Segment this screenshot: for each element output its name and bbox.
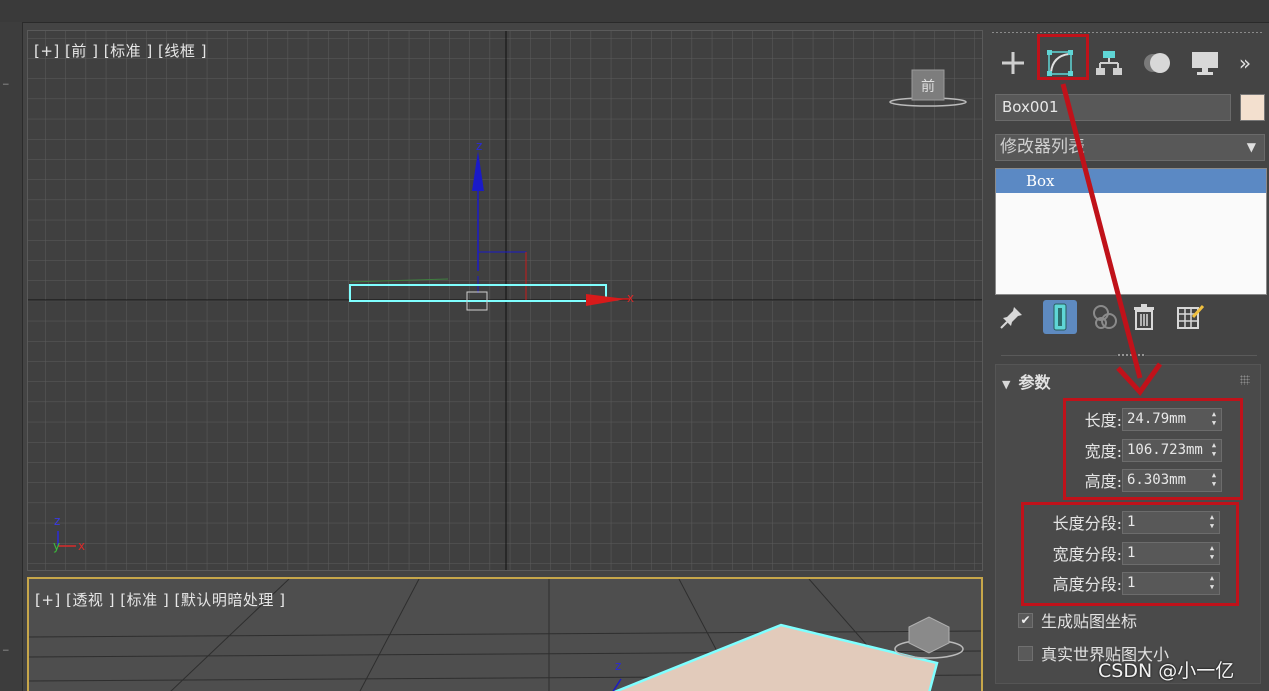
annotation-box-segments [1021, 502, 1239, 606]
annotation-box-modify-tab [1037, 34, 1089, 80]
rollout-grip[interactable] [1240, 375, 1250, 385]
left-strip-glyph: − [2, 646, 10, 656]
pin-icon [1000, 307, 1022, 329]
make-unique-button[interactable] [1089, 300, 1123, 334]
show-end-result-button[interactable] [1043, 300, 1077, 334]
parameters-rollout-title: 参数 [1018, 373, 1051, 392]
watermark: CSDN @小一亿 [1098, 660, 1235, 682]
gen-mapping-coords-checkbox[interactable]: ✔ [1018, 612, 1033, 628]
persp-gizmo-z-label: z [615, 659, 621, 673]
viewcube-label: 前 [921, 78, 935, 95]
tab-display[interactable] [1185, 40, 1225, 86]
tab-create[interactable] [993, 40, 1033, 86]
tab-hierarchy[interactable] [1089, 40, 1129, 86]
front-viewport-canvas[interactable]: z x 前 z y x [28, 31, 983, 571]
make-unique-icon [1093, 305, 1117, 329]
chevron-down-icon: ▼ [1246, 140, 1256, 154]
remove-modifier-button[interactable] [1127, 300, 1161, 334]
gizmo-z-label: z [476, 139, 482, 153]
gen-mapping-coords-row[interactable]: ✔ 生成贴图坐标 [1018, 608, 1137, 632]
modifier-list-label: 修改器列表 [1000, 137, 1085, 157]
collapse-triangle-icon: ▼ [1002, 378, 1011, 391]
gen-mapping-coords-label: 生成贴图坐标 [1041, 612, 1138, 631]
modifier-stack[interactable]: Box [995, 168, 1267, 295]
tripod-z-label: z [54, 514, 60, 528]
configure-sets-icon [1177, 304, 1205, 329]
left-strip-glyph: − [2, 80, 10, 90]
separator-grip[interactable] [1117, 353, 1145, 358]
panel-drag-handle[interactable] [991, 31, 1263, 34]
end-result-icon [1053, 303, 1067, 331]
top-toolbar [0, 0, 1269, 23]
tab-more[interactable]: » [1231, 40, 1259, 86]
gizmo-x-label: x [627, 291, 634, 305]
plus-icon [1002, 52, 1024, 74]
modifier-stack-item-box[interactable]: Box [996, 169, 1266, 193]
annotation-box-dimensions [1063, 398, 1243, 500]
tab-motion[interactable] [1137, 40, 1177, 86]
display-monitor-icon [1192, 52, 1218, 75]
pin-stack-button[interactable] [995, 300, 1029, 334]
perspective-viewport-label[interactable]: [+] [透视 ] [标准 ] [默认明暗处理 ] [35, 589, 286, 610]
real-world-map-size-checkbox[interactable] [1018, 645, 1033, 661]
left-strip: − − [0, 22, 23, 691]
front-viewport[interactable]: z x 前 z y x [+] [前 ] [标准 ] [线框 ] [27, 30, 983, 571]
configure-modifier-sets-button[interactable] [1173, 300, 1207, 334]
modifier-list-dropdown[interactable]: 修改器列表 ▼ [995, 134, 1265, 161]
double-chevron-icon: » [1238, 51, 1252, 75]
hierarchy-icon [1096, 51, 1122, 75]
object-name-input[interactable]: Box001 [995, 94, 1231, 121]
tripod-x-label: x [78, 539, 85, 553]
tripod-y-label: y [53, 539, 60, 553]
perspective-viewport[interactable]: z [+] [透视 ] [标准 ] [默认明暗处理 ] [27, 577, 983, 691]
trash-icon [1134, 304, 1154, 330]
panel-separator [1001, 353, 1257, 358]
motion-icon [1144, 53, 1170, 73]
modifier-stack-toolbar [995, 300, 1267, 336]
front-viewport-label[interactable]: [+] [前 ] [标准 ] [线框 ] [34, 40, 207, 61]
parameters-rollout-header[interactable]: ▼ 参数 [1002, 369, 1050, 393]
object-color-swatch[interactable] [1240, 94, 1265, 121]
